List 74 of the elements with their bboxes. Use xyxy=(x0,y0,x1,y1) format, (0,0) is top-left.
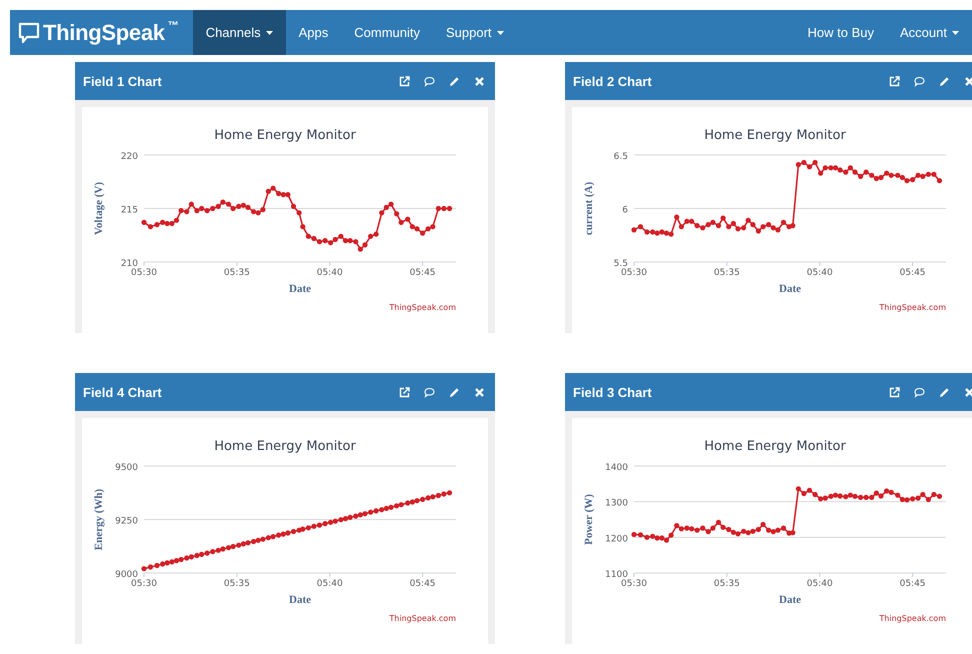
close-icon[interactable] xyxy=(964,76,972,86)
x-tick-label: 05:35 xyxy=(714,268,740,278)
chart-title: Home Energy Monitor xyxy=(214,439,356,454)
y-tick-label: 215 xyxy=(120,206,138,216)
chart-credit: ThingSpeak.com xyxy=(389,303,456,312)
y-axis-label: Power (W) xyxy=(583,494,595,545)
pencil-icon[interactable] xyxy=(939,76,950,86)
y-tick-label: 5.5 xyxy=(614,259,628,269)
x-tick-label: 05:30 xyxy=(621,579,647,589)
close-icon[interactable] xyxy=(964,386,972,398)
nav-link[interactable]: How to Buy xyxy=(794,10,888,55)
x-tick-label: 05:40 xyxy=(806,579,833,589)
panel-title: Field 4 Chart xyxy=(83,384,163,400)
chart-title: Home Energy Monitor xyxy=(704,439,846,454)
y-tick-label: 9250 xyxy=(115,516,138,526)
x-axis-label: Date xyxy=(779,594,801,606)
x-tick-label: 05:45 xyxy=(900,579,926,589)
x-tick-label: 05:35 xyxy=(714,579,740,589)
external-link-icon[interactable] xyxy=(399,76,410,86)
chart-title: Home Energy Monitor xyxy=(704,128,846,143)
external-link-icon[interactable] xyxy=(889,386,900,398)
x-axis-label: Date xyxy=(289,283,311,295)
x-tick-label: 05:30 xyxy=(131,579,157,589)
x-tick-label: 05:40 xyxy=(316,579,343,589)
pencil-icon[interactable] xyxy=(449,76,460,86)
y-tick-label: 1400 xyxy=(605,463,628,473)
nav-link[interactable]: Community xyxy=(341,10,434,55)
close-icon[interactable] xyxy=(474,386,485,398)
comment-icon[interactable] xyxy=(424,386,435,398)
comment-icon[interactable] xyxy=(424,76,435,86)
y-axis-label: Voltage (V) xyxy=(93,182,105,236)
close-icon[interactable] xyxy=(474,76,485,86)
nav-link[interactable]: Channels xyxy=(192,10,286,55)
x-axis-label: Date xyxy=(779,283,801,295)
x-tick-label: 05:30 xyxy=(131,268,157,278)
x-axis-label: Date xyxy=(289,594,311,606)
x-tick-label: 05:35 xyxy=(224,268,250,278)
panel-title: Field 2 Chart xyxy=(573,74,653,88)
x-tick-label: 05:40 xyxy=(316,268,343,278)
comment-icon[interactable] xyxy=(914,386,925,398)
y-tick-label: 6.5 xyxy=(614,152,628,162)
trademark-sign: ™ xyxy=(168,20,179,32)
y-tick-label: 220 xyxy=(120,152,138,162)
y-tick-label: 1100 xyxy=(605,570,628,580)
x-tick-label: 05:45 xyxy=(410,268,436,278)
chart-title: Home Energy Monitor xyxy=(214,128,356,143)
nav-link[interactable]: Support xyxy=(433,10,517,55)
y-tick-label: 6 xyxy=(622,206,628,216)
chart-credit: ThingSpeak.com xyxy=(879,614,946,623)
x-tick-label: 05:45 xyxy=(410,579,436,589)
pencil-icon[interactable] xyxy=(449,386,460,398)
comment-icon[interactable] xyxy=(914,76,925,86)
chat-bubble-logo-icon xyxy=(18,22,40,44)
x-tick-label: 05:40 xyxy=(806,268,833,278)
panel-title: Field 1 Chart xyxy=(83,74,163,88)
x-tick-label: 05:35 xyxy=(224,579,250,589)
brand-name: ThingSpeak xyxy=(43,20,165,46)
y-axis-label: Energy (Wh) xyxy=(93,488,105,550)
external-link-icon[interactable] xyxy=(889,76,900,86)
nav-link[interactable]: Account xyxy=(887,10,972,55)
y-axis-label: current (A) xyxy=(583,182,595,236)
panel-title: Field 3 Chart xyxy=(573,384,653,400)
y-tick-label: 210 xyxy=(120,259,138,269)
nav-link[interactable]: Apps xyxy=(286,10,342,55)
y-tick-label: 1300 xyxy=(605,498,628,509)
y-tick-label: 9000 xyxy=(115,570,138,580)
external-link-icon[interactable] xyxy=(399,386,410,398)
x-tick-label: 05:45 xyxy=(900,268,926,278)
chart-credit: ThingSpeak.com xyxy=(879,303,946,312)
pencil-icon[interactable] xyxy=(939,386,950,398)
y-tick-label: 9500 xyxy=(115,463,138,473)
x-tick-label: 05:30 xyxy=(621,268,647,278)
chart-credit: ThingSpeak.com xyxy=(389,614,456,623)
y-tick-label: 1200 xyxy=(605,534,628,544)
